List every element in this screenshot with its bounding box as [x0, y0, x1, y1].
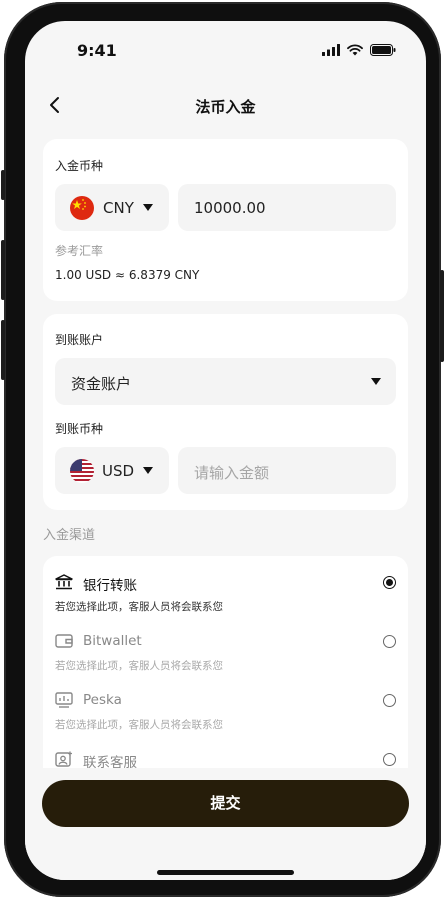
power-button — [440, 270, 444, 362]
receive-account-value: 资金账户 — [71, 375, 132, 393]
silent-switch — [1, 170, 5, 200]
channels-card: 银行转账 若您选择此项，客服人员将会联系您 Bitwallet 若您选择此项，客… — [43, 556, 408, 768]
channel-name: Bitwallet — [83, 633, 142, 649]
deposit-amount-input[interactable]: 10000.00 — [178, 184, 396, 231]
channel-peska[interactable]: Peska 若您选择此项，客服人员将会联系您 — [43, 692, 408, 748]
status-bar: 9:41 — [25, 21, 426, 77]
radio-unselected[interactable] — [383, 694, 396, 707]
caret-down-icon — [371, 378, 381, 385]
page-title: 法币入金 — [195, 98, 256, 116]
receive-amount-input[interactable]: 请输入金额 — [178, 447, 396, 494]
receive-currency-select[interactable]: USD — [55, 447, 169, 494]
volume-up-button — [1, 240, 5, 300]
deposit-currency-value: CNY — [103, 199, 134, 217]
receive-amount-placeholder: 请输入金额 — [194, 464, 270, 482]
nav-bar: 法币入金 — [25, 85, 426, 125]
bank-icon — [55, 574, 73, 590]
monitor-chart-icon — [55, 692, 73, 708]
channel-desc: 若您选择此项，客服人员将会联系您 — [55, 660, 223, 672]
status-icons — [322, 43, 396, 57]
volume-down-button — [1, 320, 5, 380]
screen: 9:41 法币入金 入金币种 CNY 10000.00 参考汇率 1.00 US… — [25, 21, 426, 880]
deposit-currency-label: 入金币种 — [55, 159, 104, 173]
radio-selected[interactable] — [383, 576, 396, 589]
receive-account-select[interactable]: 资金账户 — [55, 358, 396, 405]
phone-frame: 9:41 法币入金 入金币种 CNY 10000.00 参考汇率 1.00 US… — [1, 2, 444, 897]
battery-icon — [370, 44, 396, 56]
caret-down-icon — [143, 467, 153, 474]
wallet-icon — [55, 634, 73, 648]
rate-value: 1.00 USD ≈ 6.8379 CNY — [55, 268, 200, 282]
channel-name: Peska — [83, 692, 122, 708]
home-indicator — [157, 870, 294, 875]
deposit-amount-value: 10000.00 — [194, 199, 266, 217]
rate-label: 参考汇率 — [55, 244, 104, 258]
submit-button[interactable]: 提交 — [42, 780, 409, 827]
deposit-currency-select[interactable]: CNY — [55, 184, 169, 231]
caret-down-icon — [143, 204, 153, 211]
channel-name: 银行转账 — [83, 578, 137, 594]
china-flag-icon — [70, 196, 94, 220]
wifi-icon — [347, 44, 363, 56]
channel-desc: 若您选择此项，客服人员将会联系您 — [55, 719, 223, 731]
channel-desc: 若您选择此项，客服人员将会联系您 — [55, 601, 223, 613]
receive-card: 到账账户 资金账户 到账币种 USD 请输入金额 — [43, 314, 408, 510]
channel-customer-service[interactable]: 联系客服 — [43, 751, 408, 768]
bottom-bar: 提交 — [25, 768, 426, 880]
channel-name: 联系客服 — [83, 755, 137, 768]
signal-icon — [322, 44, 340, 56]
radio-unselected[interactable] — [383, 753, 396, 766]
receive-account-label: 到账账户 — [55, 333, 104, 347]
us-flag-icon — [70, 459, 94, 483]
channels-label: 入金渠道 — [43, 528, 96, 543]
deposit-card: 入金币种 CNY 10000.00 参考汇率 1.00 USD ≈ 6.8379… — [43, 139, 408, 301]
channel-bitwallet[interactable]: Bitwallet 若您选择此项，客服人员将会联系您 — [43, 633, 408, 689]
channel-bank-transfer[interactable]: 银行转账 若您选择此项，客服人员将会联系您 — [43, 574, 408, 630]
status-time: 9:41 — [77, 41, 117, 60]
customer-service-icon — [55, 751, 72, 767]
receive-currency-label: 到账币种 — [55, 422, 104, 436]
radio-unselected[interactable] — [383, 635, 396, 648]
receive-currency-value: USD — [102, 462, 135, 480]
